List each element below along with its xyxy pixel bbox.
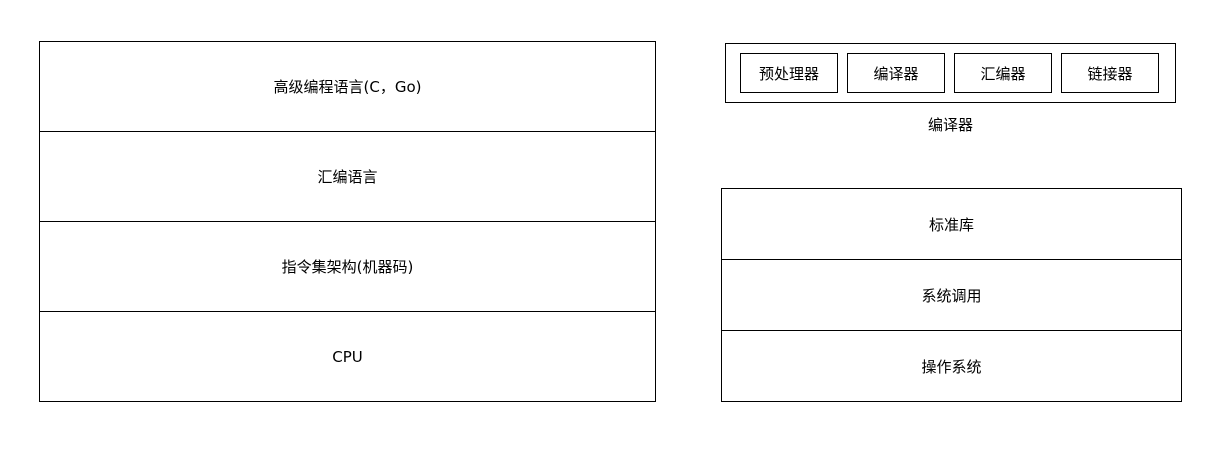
stage-compiler: 编译器 (847, 53, 945, 93)
stage-preprocessor: 预处理器 (740, 53, 838, 93)
language-stack: 高级编程语言(C，Go) 汇编语言 指令集架构(机器码) CPU (39, 41, 656, 402)
compiler-pipeline: 预处理器 编译器 汇编器 链接器 (725, 43, 1176, 103)
layer-cpu: CPU (332, 347, 363, 366)
layer-assembly-language: 汇编语言 (40, 132, 655, 222)
stage-assembler: 汇编器 (954, 53, 1052, 93)
compiler-caption: 编译器 (927, 116, 973, 134)
stage-linker: 链接器 (1061, 53, 1159, 93)
layer-system-call: 系统调用 (722, 260, 1181, 331)
layer-instruction-set: 指令集架构(机器码) (40, 222, 655, 312)
layer-standard-library: 标准库 (722, 189, 1181, 260)
layer-operating-system: 操作系统 (921, 358, 982, 376)
system-stack: 标准库 系统调用 操作系统 (721, 188, 1182, 402)
layer-high-level-language: 高级编程语言(C，Go) (40, 42, 655, 132)
